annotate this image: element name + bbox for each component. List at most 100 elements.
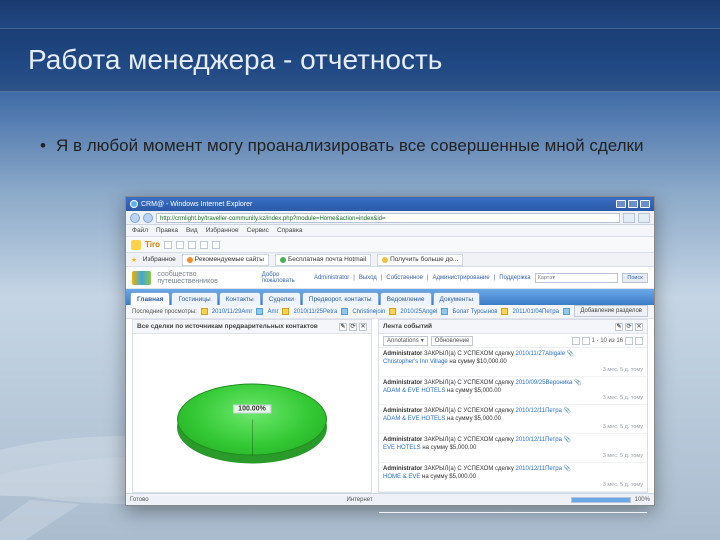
tab-leads[interactable]: Предворот. контакты xyxy=(302,292,379,305)
feed-user: Administrator xyxy=(383,380,422,386)
tab-hotels[interactable]: Гостиницы xyxy=(171,292,217,305)
pane-refresh-icon[interactable]: ⟳ xyxy=(625,323,633,331)
tab-contacts[interactable]: Контакты xyxy=(219,292,261,305)
recent-item[interactable]: 2010/25Angel xyxy=(400,309,437,315)
app-logo-text: сообщество путешественников xyxy=(157,271,255,285)
recent-icon xyxy=(201,308,208,315)
welcome-label: Добро пожаловать xyxy=(262,272,310,284)
search-input[interactable]: Карта ▾ xyxy=(535,273,618,283)
recent-item[interactable]: Christinejoin xyxy=(352,309,385,315)
pager-prev-icon[interactable] xyxy=(582,337,590,345)
recent-item[interactable]: Болат Турсынов xyxy=(452,309,497,315)
tool-btn-4[interactable] xyxy=(200,241,208,249)
feed-object-link[interactable]: Christopher's Inn Village xyxy=(383,359,448,365)
close-button[interactable] xyxy=(640,200,650,208)
link-own[interactable]: Собственное xyxy=(386,275,423,281)
pager-text: 1 - 10 из 16 xyxy=(592,338,623,344)
feed-item: Administrator ЗАКРЫЛ(а) С УСПЕХОМ сделку… xyxy=(379,405,647,434)
recent-item[interactable]: 2010/11/29Amr xyxy=(212,309,253,315)
pane-close-icon[interactable]: ✕ xyxy=(635,323,643,331)
favorites-label[interactable]: Избранное xyxy=(143,256,176,263)
feed-meta: 3 мес. 5 д. тому xyxy=(383,395,643,402)
minimize-button[interactable] xyxy=(616,200,626,208)
ie-statusbar: Готово Интернет 100% xyxy=(126,493,654,505)
fav-star-icon[interactable] xyxy=(131,240,141,250)
feed-user: Administrator xyxy=(383,437,422,443)
feed-object-link[interactable]: HOME & EVE xyxy=(383,474,420,480)
menu-tools[interactable]: Сервис xyxy=(247,227,269,234)
add-section-button[interactable]: Добавление разделов xyxy=(574,305,648,317)
recent-icon xyxy=(256,308,263,315)
link-support[interactable]: Поддержка xyxy=(499,275,530,281)
tool-btn-1[interactable] xyxy=(164,241,172,249)
user-link[interactable]: Administrator xyxy=(314,275,349,281)
pie-slice-label: 100.00% xyxy=(233,404,271,413)
search-button[interactable]: Поиск xyxy=(622,273,648,283)
pane-edit-icon[interactable]: ✎ xyxy=(339,323,347,331)
feed-update-button[interactable]: Обновление xyxy=(431,336,474,346)
chart-pane-header: Все сделки по источникам предварительных… xyxy=(133,320,371,334)
feed-toolbar: Annotations ▾ Обновление 1 - 10 из 16 xyxy=(379,334,647,348)
rss-icon xyxy=(187,257,193,263)
star-icon[interactable]: ★ xyxy=(131,256,137,264)
back-button[interactable] xyxy=(130,213,140,223)
feed-item: Administrator ЗАКРЫЛ(а) С УСПЕХОМ сделку… xyxy=(379,348,647,377)
tool-btn-2[interactable] xyxy=(176,241,184,249)
recent-icon xyxy=(563,308,570,315)
feed-filter-select[interactable]: Annotations ▾ xyxy=(383,336,428,346)
tool-btn-3[interactable] xyxy=(188,241,196,249)
favbar-recommended[interactable]: Рекомендуемые сайты xyxy=(182,254,269,266)
refresh-button[interactable] xyxy=(623,213,635,223)
feed-object-link[interactable]: EVE HOTELS xyxy=(383,445,421,451)
feed-amount: на сумму $5,000.00 xyxy=(447,388,501,394)
menu-fav[interactable]: Избранное xyxy=(206,227,239,234)
menu-help[interactable]: Справка xyxy=(277,227,303,234)
favbar-more[interactable]: Получить больше до... xyxy=(377,254,463,266)
feed-meta: 3 мес. 5 д. тому xyxy=(383,367,643,374)
recent-item[interactable]: 2010/11/25Petra xyxy=(293,309,337,315)
menu-view[interactable]: Вид xyxy=(186,227,198,234)
tool-btn-5[interactable] xyxy=(212,241,220,249)
feed-object-link[interactable]: ADAM & EVE HOTELS xyxy=(383,416,445,422)
feed-date-link[interactable]: 2010/12/11Петра xyxy=(516,466,562,472)
feed-date-link[interactable]: 2010/09/25Вероника xyxy=(516,380,573,386)
forward-button[interactable] xyxy=(143,213,153,223)
pager-first-icon[interactable] xyxy=(572,337,580,345)
feed-object-link[interactable]: ADAM & EVE HOTELS xyxy=(383,388,445,394)
pane-refresh-icon[interactable]: ⟳ xyxy=(349,323,357,331)
status-progress xyxy=(571,497,631,503)
pane-close-icon[interactable]: ✕ xyxy=(359,323,367,331)
recent-label: Последние просмотры: xyxy=(132,309,197,315)
pie-chart: 100.00% xyxy=(133,334,371,492)
tab-docs[interactable]: Документы xyxy=(433,292,481,305)
pager-last-icon[interactable] xyxy=(635,337,643,345)
menu-file[interactable]: Файл xyxy=(132,227,148,234)
feed-date-link[interactable]: 2010/12/11Петра xyxy=(516,437,562,443)
maximize-button[interactable] xyxy=(628,200,638,208)
pager-next-icon[interactable] xyxy=(625,337,633,345)
tab-notify[interactable]: Ведомление xyxy=(380,292,432,305)
feed-amount: на сумму $10,000.00 xyxy=(449,359,506,365)
favbar-hotmail[interactable]: Бесплатная почта Hotmail xyxy=(275,254,371,266)
feed-meta: 3 мес. 5 д. тому xyxy=(383,482,643,489)
tab-main[interactable]: Главная xyxy=(130,292,170,305)
address-bar[interactable]: http://crmlight.by/traveller-community.k… xyxy=(156,213,620,223)
feed-date-link[interactable]: 2010/11/27Abigale xyxy=(516,351,566,357)
feed-date-link[interactable]: 2010/12/11Петра xyxy=(516,408,562,414)
feed-amount: на сумму $5,000.00 xyxy=(422,445,476,451)
toolbar-brand: Tiro xyxy=(145,240,160,249)
link-admin[interactable]: Администрирование xyxy=(432,275,489,281)
window-title: CRM@ - Windows Internet Explorer xyxy=(141,201,252,208)
search-box[interactable] xyxy=(638,213,650,223)
slide-title: Работа менеджера - отчетность xyxy=(28,44,442,76)
feed-meta: 3 мес. 5 д. тому xyxy=(383,424,643,431)
recent-item[interactable]: 2011/01/04Петра xyxy=(512,309,558,315)
ie-addressbar-row: http://crmlight.by/traveller-community.k… xyxy=(126,211,654,225)
link-logout[interactable]: Выход xyxy=(359,275,377,281)
tab-deals[interactable]: Суделки xyxy=(262,292,301,305)
feed-user: Administrator xyxy=(383,408,422,414)
pane-edit-icon[interactable]: ✎ xyxy=(615,323,623,331)
recent-item[interactable]: Amr xyxy=(267,309,278,315)
menu-edit[interactable]: Правка xyxy=(156,227,178,234)
window-controls xyxy=(616,200,650,208)
